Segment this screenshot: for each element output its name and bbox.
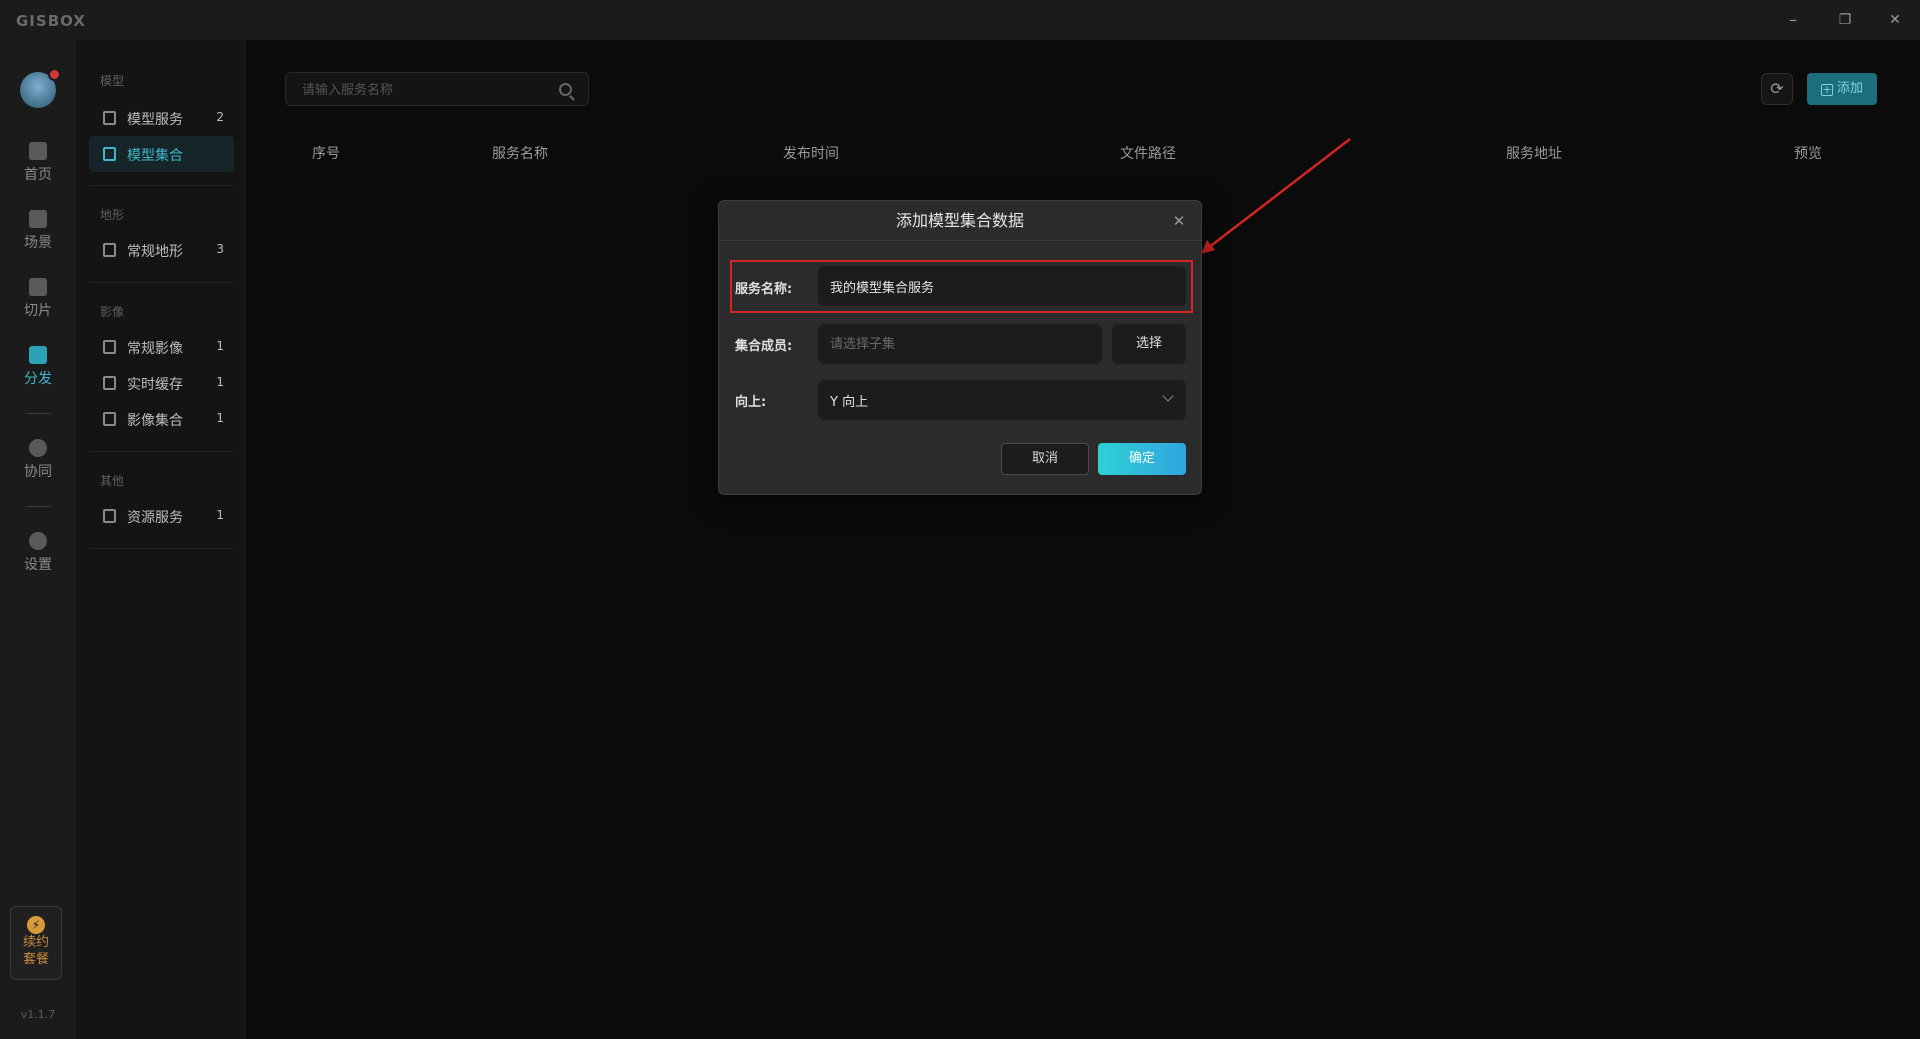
confirm-button[interactable]: 确定: [1098, 443, 1186, 475]
dialog-title: 添加模型集合数据: [719, 201, 1201, 241]
up-axis-value: Y 向上: [830, 395, 869, 410]
up-axis-label: 向上:: [735, 395, 767, 410]
members-input[interactable]: [830, 334, 1090, 354]
annotation-arrow: [1201, 138, 1351, 254]
close-icon[interactable]: ✕: [1169, 211, 1189, 231]
cancel-button[interactable]: 取消: [1001, 443, 1089, 475]
members-label: 集合成员:: [735, 339, 793, 354]
chevron-down-icon: [1162, 390, 1174, 402]
choose-button[interactable]: 选择: [1112, 324, 1186, 364]
add-model-collection-dialog: 添加模型集合数据 ✕ 服务名称: 集合成员: 选择 向上: Y 向上 取消 确定: [718, 200, 1202, 495]
members-field: [818, 324, 1102, 364]
annotation-highlight-box: [730, 260, 1193, 313]
up-axis-select[interactable]: Y 向上: [818, 380, 1186, 420]
